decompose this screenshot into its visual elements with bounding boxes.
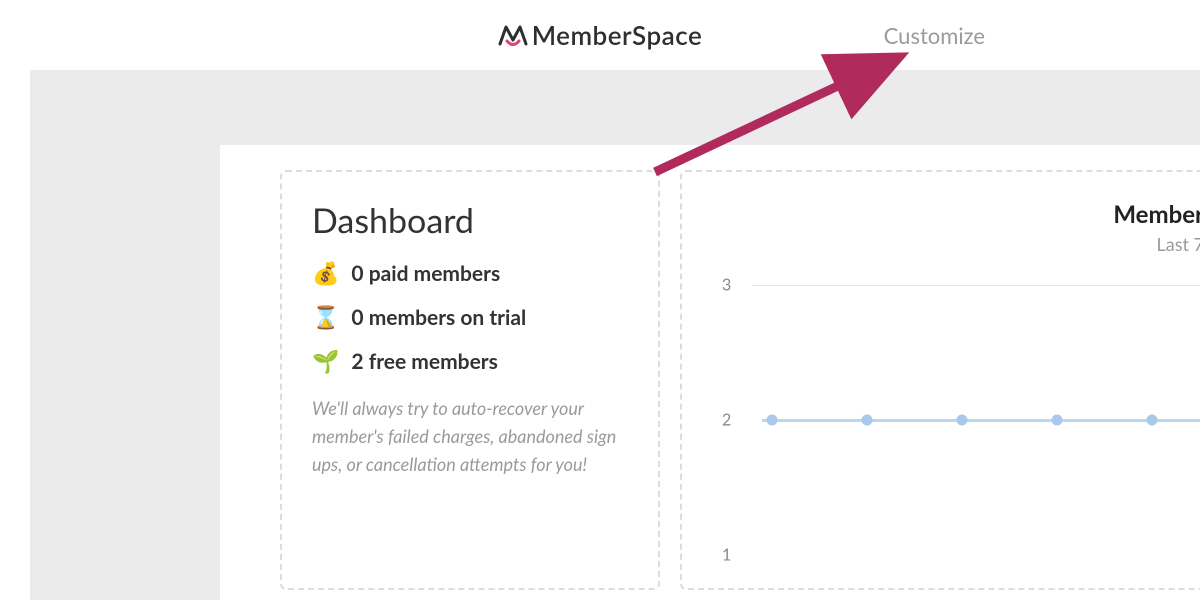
stat-trial-text: 0 members on trial bbox=[351, 305, 526, 330]
panel-members-chart: Member Last 7 3 2 1 bbox=[680, 170, 1200, 590]
stat-free-text: 2 free members bbox=[351, 349, 497, 374]
page-background: Dashboard 💰 0 paid members ⌛ 0 members o… bbox=[30, 70, 1200, 600]
chart-subtitle: Last 7 bbox=[712, 233, 1200, 255]
y-tick-3: 3 bbox=[722, 276, 731, 295]
chart-point bbox=[1147, 415, 1158, 426]
brand-name: MemberSpace bbox=[532, 19, 703, 51]
content-surface: Dashboard 💰 0 paid members ⌛ 0 members o… bbox=[220, 145, 1200, 600]
chart-point bbox=[862, 415, 873, 426]
chart-area: 3 2 1 bbox=[712, 275, 1200, 565]
gridline bbox=[752, 285, 1200, 286]
stat-paid-text: 0 paid members bbox=[351, 261, 500, 286]
money-bag-icon: 💰 bbox=[312, 259, 339, 287]
stat-trial-members: ⌛ 0 members on trial bbox=[312, 303, 628, 331]
chart-line bbox=[762, 419, 1200, 422]
dashboard-title: Dashboard bbox=[312, 200, 628, 241]
chart-point bbox=[957, 415, 968, 426]
panel-dashboard: Dashboard 💰 0 paid members ⌛ 0 members o… bbox=[280, 170, 660, 590]
dashboard-helper-text: We'll always try to auto-recover your me… bbox=[312, 395, 628, 479]
hourglass-icon: ⌛ bbox=[312, 303, 339, 331]
chart-title: Member bbox=[712, 200, 1200, 229]
nav-customize-link[interactable]: Customize bbox=[884, 22, 985, 49]
chart-point bbox=[1052, 415, 1063, 426]
chart-point bbox=[767, 415, 778, 426]
seedling-icon: 🌱 bbox=[312, 347, 339, 375]
stat-free-members: 🌱 2 free members bbox=[312, 347, 628, 375]
brand-mark-icon bbox=[498, 22, 528, 48]
y-tick-2: 2 bbox=[722, 411, 731, 430]
stat-paid-members: 💰 0 paid members bbox=[312, 259, 628, 287]
topbar: MemberSpace Customize bbox=[0, 0, 1200, 70]
y-tick-1: 1 bbox=[722, 546, 731, 565]
brand-logo: MemberSpace bbox=[498, 19, 703, 51]
